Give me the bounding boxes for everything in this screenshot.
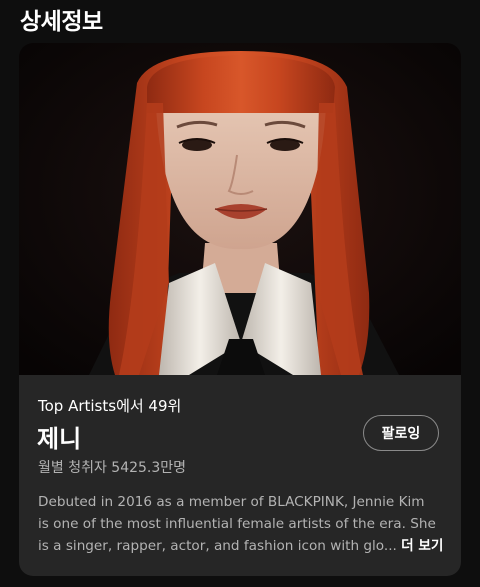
bio-line: Debuted in 2016 as a member of BLACKPINK… <box>38 494 425 510</box>
follow-button[interactable]: 팔로잉 <box>363 415 439 451</box>
bio-line: is one of the most influential female ar… <box>38 516 436 532</box>
artist-info: Top Artists에서 49위 제니 월별 청취자 5425.3만명 팔로잉… <box>19 375 461 576</box>
bio-line-text: is a singer, rapper, actor, and fashion … <box>38 538 397 554</box>
see-more-link[interactable]: 더 보기 <box>401 538 443 554</box>
artist-bio[interactable]: Debuted in 2016 as a member of BLACKPINK… <box>38 491 448 557</box>
bio-line: is a singer, rapper, actor, and fashion … <box>38 535 448 557</box>
artist-about-card[interactable]: Top Artists에서 49위 제니 월별 청취자 5425.3만명 팔로잉… <box>19 43 461 576</box>
artist-photo <box>19 43 461 375</box>
monthly-listeners: 월별 청취자 5425.3만명 <box>38 460 187 476</box>
artist-name[interactable]: 제니 <box>37 419 81 454</box>
section-title: 상세정보 <box>20 9 103 35</box>
artist-rank: Top Artists에서 49위 <box>38 397 182 415</box>
